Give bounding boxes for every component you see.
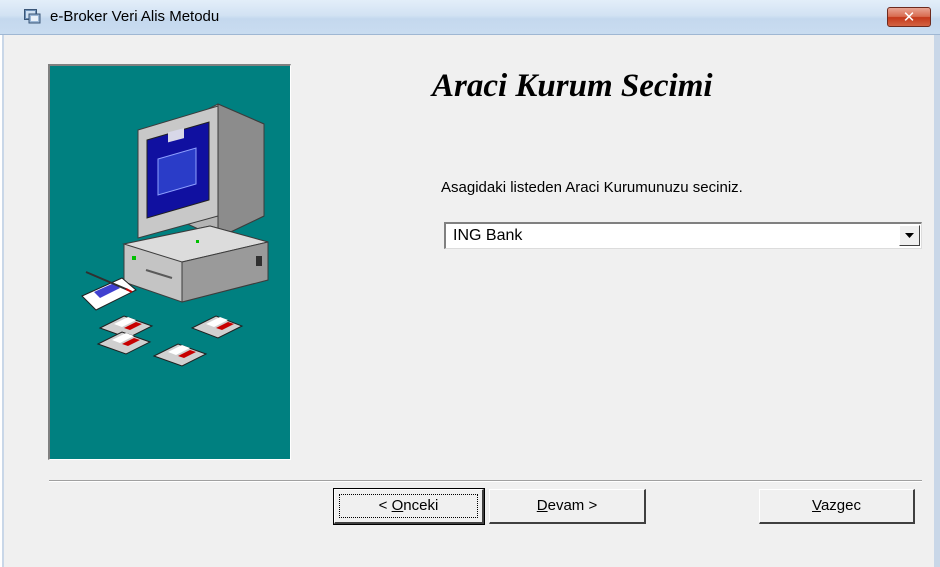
broker-select-value: ING Bank (453, 227, 523, 244)
title-bar[interactable]: e-Broker Veri Alis Metodu ✕ (0, 0, 940, 35)
dropdown-button[interactable] (899, 225, 920, 246)
window-title: e-Broker Veri Alis Metodu (50, 8, 220, 25)
floppy-disk-icon (96, 331, 152, 355)
chevron-down-icon (905, 233, 914, 238)
broker-select[interactable]: ING Bank (444, 222, 922, 249)
floppy-disk-icon (190, 315, 244, 339)
wizard-side-image (48, 64, 291, 460)
instruction-text: Asagidaki listeden Araci Kurumunuzu seci… (441, 179, 743, 196)
floppy-disk-icon (152, 343, 208, 367)
app-icon (24, 9, 41, 24)
page-title: Araci Kurum Secimi (432, 68, 713, 104)
back-button[interactable]: < Onceki (333, 488, 485, 525)
close-button[interactable]: ✕ (887, 7, 931, 27)
close-icon: ✕ (902, 8, 916, 26)
wizard-window: e-Broker Veri Alis Metodu ✕ Araci Kurum … (0, 0, 940, 567)
next-button[interactable]: Devam > (489, 489, 646, 524)
divider (49, 480, 922, 482)
dialog-body: Araci Kurum Secimi Asagidaki listeden Ar… (2, 35, 940, 567)
computer-illustration-icon (81, 103, 269, 367)
cancel-button[interactable]: Vazgec (759, 489, 915, 524)
